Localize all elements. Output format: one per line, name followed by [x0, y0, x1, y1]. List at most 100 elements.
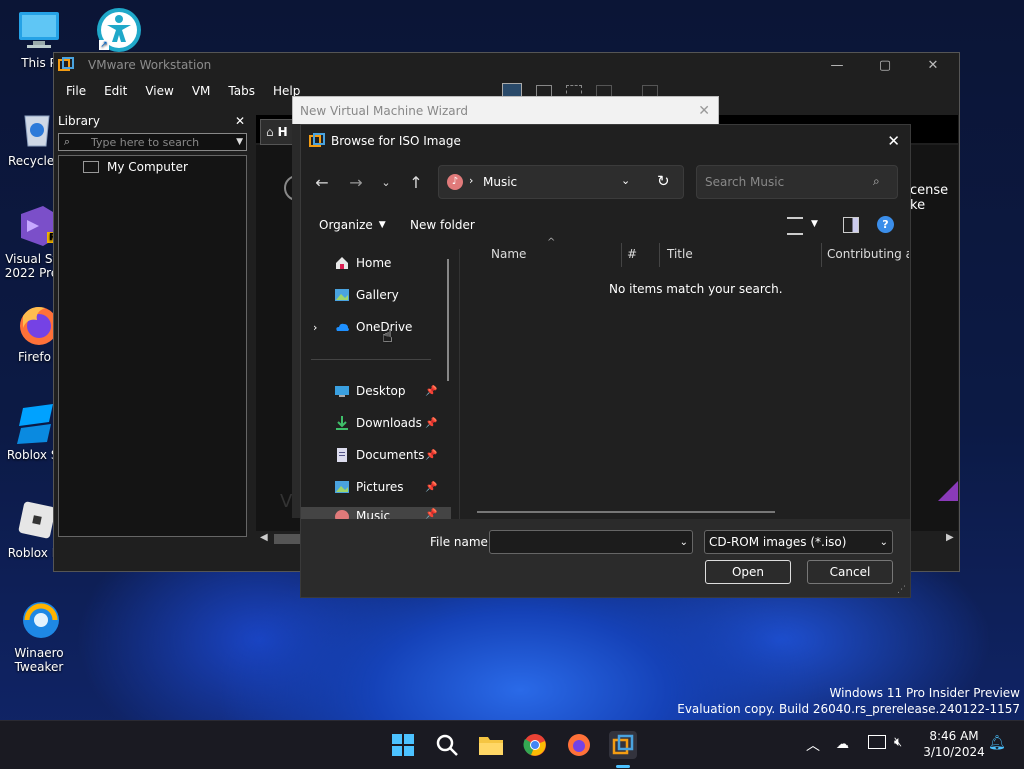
file-type-select[interactable]: CD-ROM images (*.iso) ⌄ [704, 530, 893, 554]
library-panel: Library ✕ ⌕ Type here to search ▼ My Com… [54, 111, 251, 547]
expand-chevron-icon[interactable]: › [313, 321, 317, 334]
menu-file[interactable]: File [66, 84, 86, 98]
nav-pane-scrollbar[interactable] [447, 259, 449, 381]
view-options-chevron-icon[interactable]: ▼ [811, 219, 818, 229]
chevron-down-icon[interactable]: ⌄ [680, 537, 688, 548]
close-button[interactable]: ✕ [910, 53, 956, 77]
menu-tabs[interactable]: Tabs [228, 84, 255, 98]
search-box[interactable]: Search Music ⌕ [696, 165, 898, 199]
nav-label: Pictures [356, 480, 404, 494]
network-icon[interactable] [868, 735, 886, 749]
nav-home[interactable]: Home [301, 251, 451, 275]
menu-view[interactable]: View [145, 84, 173, 98]
file-list-scrollbar[interactable] [477, 511, 775, 513]
tree-item-label: My Computer [107, 160, 188, 174]
menu-edit[interactable]: Edit [104, 84, 127, 98]
file-explorer-button[interactable] [477, 731, 505, 759]
clock-time[interactable]: 8:46 AM [928, 729, 980, 743]
accessibility-app-icon: ↗ [95, 6, 141, 52]
purple-shape [938, 481, 958, 501]
maximize-button[interactable]: ▢ [862, 53, 908, 77]
visual-studio-icon: PR [13, 204, 67, 248]
organize-button[interactable]: Organize ▼ [319, 218, 386, 232]
nav-label: Desktop [356, 384, 406, 398]
nav-divider [311, 359, 431, 360]
library-search-input[interactable]: ⌕ Type here to search ▼ [58, 133, 247, 151]
new-vm-wizard-titlebar[interactable]: New Virtual Machine Wizard ✕ [292, 96, 719, 126]
nav-documents[interactable]: Documents 📌 [301, 443, 451, 467]
computer-icon [83, 161, 99, 173]
menu-vm[interactable]: VM [192, 84, 211, 98]
onedrive-icon [334, 319, 350, 335]
notification-bell-icon[interactable]: 🔔︎ [988, 735, 1006, 751]
firefox-button[interactable] [565, 731, 593, 759]
breadcrumb-music[interactable]: Music [483, 175, 517, 189]
start-button[interactable] [389, 731, 417, 759]
address-bar[interactable]: ♪ › Music ⌄ ↻ [438, 165, 684, 199]
firefox-icon [567, 733, 591, 757]
view-options-icon[interactable] [787, 217, 803, 235]
recent-chevron-down-icon[interactable]: ⌄ [373, 169, 399, 195]
shortcut-arrow-icon: ↗ [99, 40, 109, 50]
cancel-button[interactable]: Cancel [807, 560, 893, 584]
file-name-input[interactable]: ⌄ [489, 530, 693, 554]
desktop-icon-winaero-tweaker[interactable]: Winaero Tweaker [0, 598, 78, 674]
pin-icon[interactable]: 📌 [425, 418, 437, 429]
nav-label: Home [356, 256, 392, 270]
nav-desktop[interactable]: Desktop 📌 [301, 379, 451, 403]
minimize-button[interactable]: — [814, 53, 860, 77]
dialog-titlebar[interactable]: Browse for ISO Image ✕ [301, 125, 910, 157]
nav-label: Gallery [356, 288, 399, 302]
wizard-close-icon[interactable]: ✕ [698, 103, 710, 119]
search-icon [435, 733, 459, 757]
vmware-logo-icon [612, 734, 634, 756]
home-icon [334, 255, 350, 271]
open-button[interactable]: Open [705, 560, 791, 584]
vmware-logo-glyph: V [280, 491, 293, 512]
scroll-left-arrow-icon[interactable]: ◀ [260, 532, 268, 543]
nav-gallery[interactable]: Gallery [301, 283, 451, 307]
refresh-icon[interactable]: ↻ [657, 172, 670, 190]
nav-downloads[interactable]: Downloads 📌 [301, 411, 451, 435]
scroll-right-arrow-icon[interactable]: ▶ [946, 532, 954, 543]
pin-icon[interactable]: 📌 [425, 450, 437, 461]
forward-arrow-icon[interactable]: → [343, 169, 369, 195]
browse-iso-dialog[interactable]: Browse for ISO Image ✕ ← → ⌄ ↑ ♪ › Music… [300, 124, 911, 598]
license-key-text[interactable]: cense ke [910, 183, 959, 213]
windows-watermark-line2: Evaluation copy. Build 26040.rs_prerelea… [677, 702, 1020, 716]
nav-onedrive[interactable]: › OneDrive [301, 315, 451, 339]
search-icon[interactable]: ⌕ [873, 174, 880, 189]
column-title[interactable]: Title [667, 247, 693, 261]
column-contributing-artists[interactable]: Contributing art [827, 247, 909, 261]
library-tree: My Computer [58, 155, 247, 537]
preview-pane-icon[interactable] [843, 217, 859, 233]
tree-item-my-computer[interactable]: My Computer [83, 160, 246, 174]
new-folder-button[interactable]: New folder [410, 218, 475, 232]
nav-pictures[interactable]: Pictures 📌 [301, 475, 451, 499]
chrome-button[interactable] [521, 731, 549, 759]
speaker-muted-icon[interactable]: 🔇︎ [894, 735, 902, 750]
onedrive-offline-icon[interactable]: ☁ [836, 737, 849, 752]
desktop-icon-vmware-shortcut[interactable]: ↗ [78, 6, 156, 54]
dialog-close-icon[interactable]: ✕ [887, 132, 900, 150]
winaero-tweaker-icon [17, 598, 61, 642]
chevron-down-icon: ▼ [378, 220, 386, 230]
chevron-down-icon[interactable]: ▼ [236, 137, 243, 147]
file-type-value: CD-ROM images (*.iso) [709, 535, 847, 549]
pin-icon[interactable]: 📌 [425, 386, 437, 397]
search-button[interactable] [433, 731, 461, 759]
library-close-icon[interactable]: ✕ [235, 114, 245, 128]
up-arrow-icon[interactable]: ↑ [403, 169, 429, 195]
pin-icon[interactable]: 📌 [425, 482, 437, 493]
help-icon[interactable]: ? [877, 216, 894, 233]
resize-grip-icon[interactable]: ⋰ [897, 585, 906, 595]
windows-watermark-line1: Windows 11 Pro Insider Preview [829, 686, 1020, 700]
vmware-taskbar-button[interactable] [609, 731, 637, 759]
clock-date[interactable]: 3/10/2024 [922, 745, 986, 759]
search-input[interactable]: Search Music [705, 175, 784, 189]
back-arrow-icon[interactable]: ← [309, 169, 335, 195]
column-name[interactable]: Name [491, 247, 526, 261]
show-hidden-icons-chevron-icon[interactable]: ︿ [806, 735, 820, 755]
column-number[interactable]: # [627, 247, 637, 261]
address-history-chevron-icon[interactable]: ⌄ [621, 174, 630, 187]
